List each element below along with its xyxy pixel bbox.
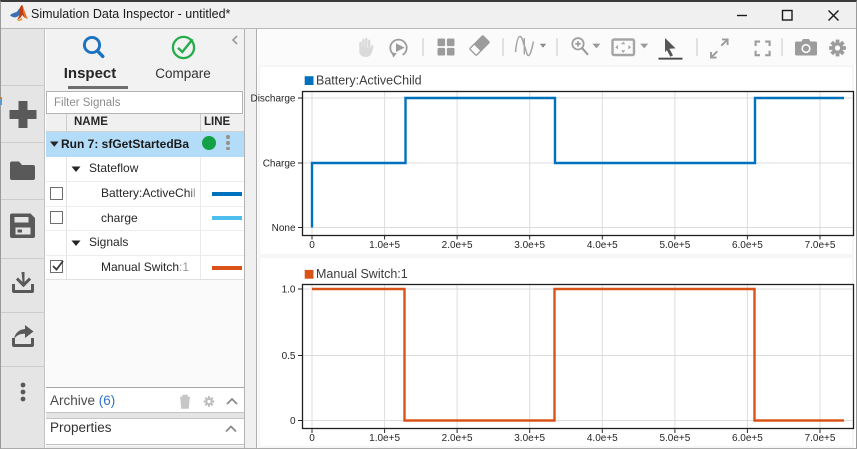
svg-text:4.0e+5: 4.0e+5	[587, 433, 618, 444]
svg-text:3.0e+5: 3.0e+5	[514, 240, 545, 251]
svg-text:3.0e+5: 3.0e+5	[514, 433, 545, 444]
svg-text:Manual Switch:1: Manual Switch:1	[316, 267, 408, 281]
svg-text:0: 0	[290, 416, 296, 427]
svg-text:1.0e+5: 1.0e+5	[369, 240, 400, 251]
svg-text:5.0e+5: 5.0e+5	[659, 433, 690, 444]
svg-text:6.0e+5: 6.0e+5	[732, 240, 763, 251]
svg-text:Charge: Charge	[263, 159, 296, 170]
svg-text:1.0: 1.0	[282, 285, 296, 296]
svg-text:2.0e+5: 2.0e+5	[442, 240, 473, 251]
svg-text:5.0e+5: 5.0e+5	[659, 240, 690, 251]
svg-text:None: None	[272, 223, 296, 234]
svg-text:0.5: 0.5	[282, 351, 296, 362]
svg-text:Battery:ActiveChild: Battery:ActiveChild	[316, 74, 422, 88]
svg-text:2.0e+5: 2.0e+5	[442, 433, 473, 444]
svg-text:0: 0	[309, 433, 315, 444]
svg-text:Discharge: Discharge	[250, 94, 295, 105]
svg-text:4.0e+5: 4.0e+5	[587, 240, 618, 251]
svg-text:6.0e+5: 6.0e+5	[732, 433, 763, 444]
svg-text:7.0e+5: 7.0e+5	[805, 433, 836, 444]
svg-text:7.0e+5: 7.0e+5	[805, 240, 836, 251]
svg-text:1.0e+5: 1.0e+5	[369, 433, 400, 444]
svg-text:0: 0	[309, 240, 315, 251]
